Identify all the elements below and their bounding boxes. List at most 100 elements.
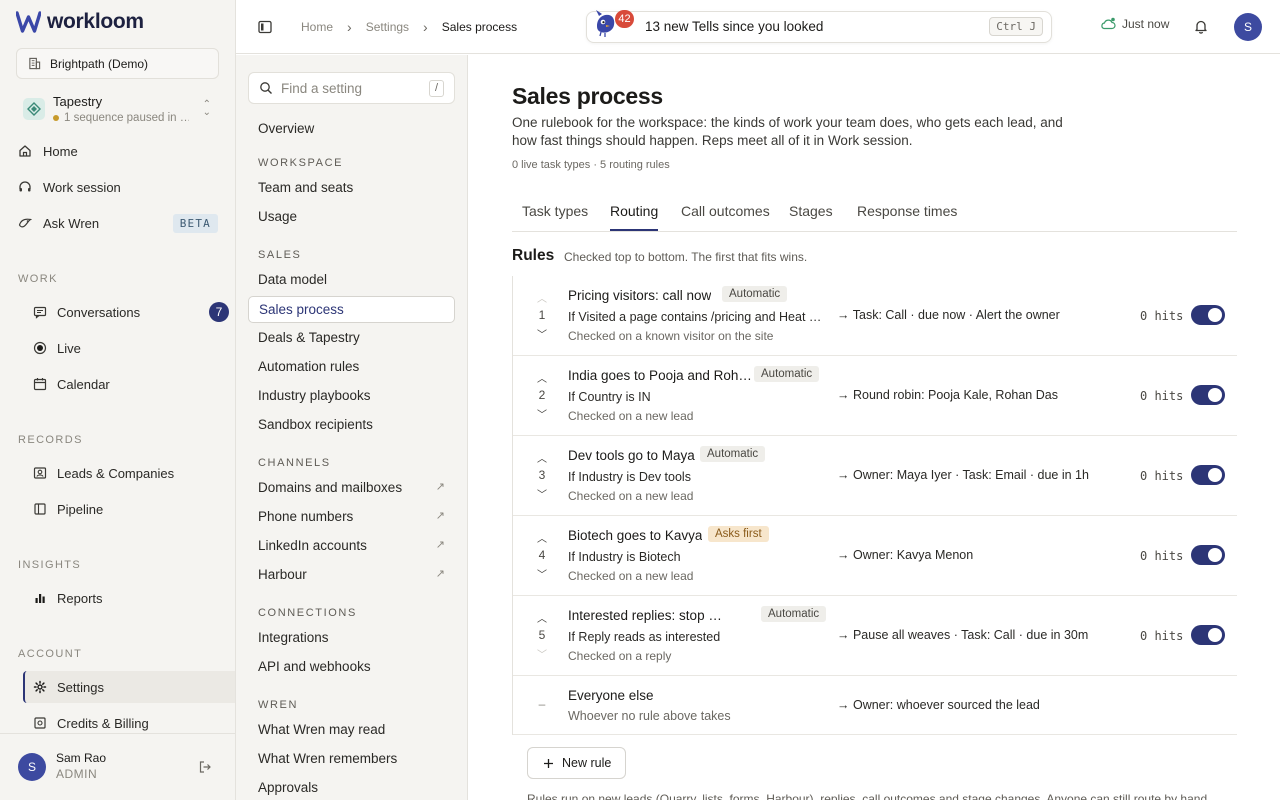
rule-number: 2 [538,388,546,402]
nav-conversations[interactable]: Conversations 7 [33,297,229,327]
move-up-icon[interactable]: ︿ [535,610,549,625]
tells-notification-bar[interactable]: 42 13 new Tells since you looked Ctrl J [586,10,1052,43]
settings-phone-numbers[interactable]: Phone numbers ↗ [248,503,455,530]
new-rule-button[interactable]: New rule [527,747,627,779]
tab-stages[interactable]: Stages [789,203,833,229]
breadcrumb-home[interactable]: Home [301,20,333,34]
rule-mode-badge: Automatic [722,286,788,302]
fallback-marker: – [538,697,546,711]
nav-home[interactable]: Home [18,136,218,166]
nav-pipeline[interactable]: Pipeline [33,494,229,524]
contact-card-icon [33,467,47,479]
workspace-switcher[interactable]: Brightpath (Demo) [16,48,219,79]
nav-settings[interactable]: Settings [33,672,229,702]
tab-call-outcomes[interactable]: Call outcomes [681,203,770,229]
routing-rule-row[interactable]: ︿ 1 ﹀ Pricing visitors: call now Automat… [513,276,1237,356]
app-logo[interactable]: workloom [16,10,144,34]
settings-overview[interactable]: Overview [248,115,455,142]
nav-reports[interactable]: Reports [33,583,229,613]
move-down-icon: ﹀ [537,650,547,661]
move-up-icon[interactable]: ︿ [535,370,549,385]
rule-trigger: Checked on a known visitor on the site [568,329,774,343]
nav-live[interactable]: Live [33,333,229,363]
routing-rule-row[interactable]: ︿ 4 ﹀ Biotech goes to Kavya Asks first I… [513,516,1237,596]
bar-chart-icon [35,594,45,603]
rule-trigger: Checked on a new lead [568,569,694,583]
logout-icon[interactable] [198,760,212,774]
settings-team-and-seats[interactable]: Team and seats [248,174,455,201]
settings-deals-tapestry[interactable]: Deals & Tapestry [248,324,455,351]
routing-rule-row[interactable]: ︿ 2 ﹀ India goes to Pooja and Rohan Auto… [513,356,1237,436]
settings-search-input[interactable] [281,80,421,96]
fallback-name: Everyone else [568,688,654,703]
settings-what-wren-may-read[interactable]: What Wren may read [248,716,455,743]
rule-enabled-toggle[interactable] [1191,385,1225,405]
headset-icon [19,181,31,192]
routing-rule-row[interactable]: ︿ 5 ﹀ Interested replies: stop the w… Au… [513,596,1237,676]
nav-calendar[interactable]: Calendar [33,369,229,399]
bell-icon[interactable] [1194,19,1208,34]
rule-name: Biotech goes to Kavya [568,528,703,543]
fallback-rule-row[interactable]: – Everyone else Whoever no rule above ta… [513,676,1237,735]
user-avatar[interactable]: S [18,753,46,781]
settings-linkedin-accounts[interactable]: LinkedIn accounts ↗ [248,532,455,559]
move-down-icon[interactable]: ﹀ [535,326,549,341]
rule-action: → Owner: Maya Iyer · Task: Email · due i… [837,468,1089,482]
profile-avatar[interactable]: S [1234,13,1262,41]
settings-industry-playbooks[interactable]: Industry playbooks [248,382,455,409]
settings-item-label: Domains and mailboxes [258,480,403,495]
routing-rule-row[interactable]: ︿ 3 ﹀ Dev tools go to Maya Automatic If … [513,436,1237,516]
settings-item-label: Harbour [258,567,307,582]
settings-usage[interactable]: Usage [248,203,455,230]
page-description: One rulebook for the workspace: the kind… [512,115,1063,148]
rule-name: Pricing visitors: call now [568,288,712,303]
settings-section-sales: SALES [258,249,302,261]
tab-task-types[interactable]: Task types [522,203,588,229]
tab-response-times[interactable]: Response times [857,203,957,229]
rule-hits: 0 hits [1140,549,1184,563]
settings-domains-mailboxes[interactable]: Domains and mailboxes ↗ [248,474,455,501]
settings-approvals[interactable]: Approvals [248,774,455,800]
settings-harbour[interactable]: Harbour ↗ [248,561,455,588]
routing-rules-list: ︿ 1 ﹀ Pricing visitors: call now Automat… [512,276,1237,735]
nav-work-session[interactable]: Work session [18,172,218,202]
sidebar-toggle-icon[interactable] [258,20,272,34]
settings-data-model[interactable]: Data model [248,266,455,293]
settings-api-webhooks[interactable]: API and webhooks [248,653,455,680]
rule-enabled-toggle[interactable] [1191,545,1225,565]
tab-bar: Task types Routing Call outcomes Stages … [512,194,1237,232]
paused-dot-icon [53,115,59,121]
rule-trigger: Checked on a new lead [568,409,694,423]
rule-number: 4 [538,548,546,562]
rule-action: → Owner: Kavya Menon [837,548,974,562]
inbox-icon [33,306,47,319]
move-up-icon[interactable]: ︿ [535,530,549,545]
settings-sandbox-recipients[interactable]: Sandbox recipients [248,411,455,438]
settings-automation-rules[interactable]: Automation rules [248,353,455,380]
nav-label: Live [57,340,81,356]
rule-enabled-toggle[interactable] [1191,305,1225,325]
rule-hits: 0 hits [1140,629,1184,643]
rule-enabled-toggle[interactable] [1191,465,1225,485]
move-down-icon[interactable]: ﹀ [535,486,549,501]
rule-enabled-toggle[interactable] [1191,625,1225,645]
settings-integrations[interactable]: Integrations [248,624,455,651]
rule-action: → Pause all weaves · Task: Call · due in… [837,628,1089,642]
settings-what-wren-remembers[interactable]: What Wren remembers [248,745,455,772]
move-up-icon[interactable]: ︿ [535,450,549,465]
breadcrumb-settings[interactable]: Settings [366,20,409,34]
nav-label: Reports [57,590,103,606]
settings-section-wren: WREN [258,699,299,711]
fallback-description: Whoever no rule above takes [568,709,731,723]
nav-leads-companies[interactable]: Leads & Companies [33,458,229,488]
tapestry-switcher[interactable]: Tapestry 1 sequence paused in … ⌃ ⌄ [16,89,219,129]
move-down-icon[interactable]: ﹀ [535,566,549,581]
page-meta: 0 live task types · 5 routing rules [512,159,670,171]
settings-sales-process[interactable]: Sales process [248,296,455,323]
nav-ask-wren[interactable]: Ask Wren BETA [18,208,218,238]
tab-routing[interactable]: Routing [610,203,659,231]
move-down-icon[interactable]: ﹀ [535,406,549,421]
live-radio-icon [33,341,47,355]
rule-hits: 0 hits [1140,309,1184,323]
nav-label: Pipeline [57,501,104,517]
